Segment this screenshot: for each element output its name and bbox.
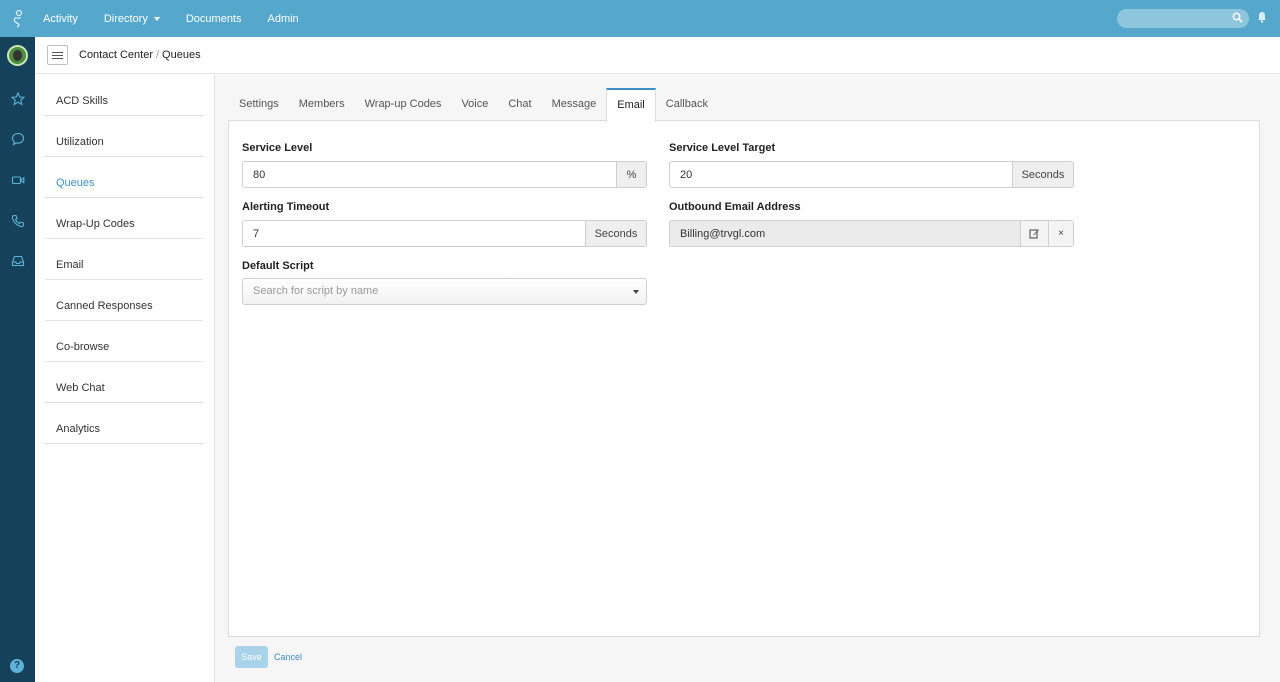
tab-wrap-up-codes[interactable]: Wrap-up Codes	[355, 88, 452, 121]
star-icon[interactable]	[9, 90, 26, 107]
seconds-addon: Seconds	[1012, 162, 1073, 187]
edit-icon	[1029, 229, 1039, 239]
page-header: Contact Center / Queues	[35, 37, 1280, 74]
seconds-addon: Seconds	[585, 221, 646, 246]
alerting-timeout-label: Alerting Timeout	[242, 201, 330, 213]
cancel-link[interactable]: Cancel	[274, 652, 302, 662]
default-script-select[interactable]: Search for script by name	[242, 278, 647, 305]
top-nav: Activity Directory Documents Admin	[34, 0, 316, 37]
sidebar-item-label: Wrap-Up Codes	[56, 218, 135, 230]
chevron-down-icon	[633, 290, 639, 294]
left-rail: ?	[0, 37, 35, 682]
save-button[interactable]: Save	[235, 646, 268, 668]
chevron-down-icon	[153, 16, 160, 21]
avatar[interactable]	[7, 45, 28, 66]
phone-icon[interactable]	[9, 212, 26, 229]
search-icon[interactable]	[1232, 12, 1243, 26]
nav-activity-label: Activity	[43, 12, 78, 25]
nav-admin-label: Admin	[267, 12, 299, 25]
default-script-label: Default Script	[242, 260, 314, 272]
nav-documents-label: Documents	[185, 12, 242, 25]
nav-directory-label: Directory	[103, 12, 148, 25]
sidebar-item-label: Utilization	[56, 136, 104, 148]
sidebar-item-label: Analytics	[56, 423, 101, 435]
sidebar-item-analytics[interactable]: Analytics	[45, 403, 203, 444]
global-search	[1117, 9, 1249, 28]
tab-email[interactable]: Email	[606, 88, 656, 122]
sidebar-item-queues[interactable]: Queues	[45, 157, 203, 198]
default-script-placeholder: Search for script by name	[253, 285, 379, 297]
alerting-timeout-input[interactable]	[243, 221, 585, 246]
search-input[interactable]	[1117, 9, 1249, 28]
sidebar-item-label: ACD Skills	[56, 95, 108, 107]
service-level-group: %	[242, 161, 647, 188]
service-level-target-group: Seconds	[669, 161, 1074, 188]
sidebar-item-label: Canned Responses	[56, 300, 153, 312]
breadcrumb-separator: /	[155, 49, 160, 61]
main-content: Settings Members Wrap-up Codes Voice Cha…	[215, 75, 1280, 682]
sidebar-item-label: Web Chat	[56, 382, 105, 394]
queue-tabs: Settings Members Wrap-up Codes Voice Cha…	[229, 88, 718, 122]
sidebar-item-canned-responses[interactable]: Canned Responses	[45, 280, 203, 321]
sidebar-item-label: Co-browse	[56, 341, 110, 353]
sidebar-item-email[interactable]: Email	[45, 239, 203, 280]
top-bar: Activity Directory Documents Admin	[0, 0, 1280, 37]
sidebar-item-label: Queues	[56, 177, 95, 189]
help-icon[interactable]: ?	[10, 659, 24, 673]
percent-addon: %	[616, 162, 646, 187]
nav-directory[interactable]: Directory	[95, 13, 169, 25]
outbound-email-group: ×	[669, 220, 1074, 247]
inbox-icon[interactable]	[9, 252, 26, 269]
tab-settings[interactable]: Settings	[229, 88, 289, 121]
contact-center-sidebar: ACD Skills Utilization Queues Wrap-Up Co…	[35, 75, 215, 682]
tab-callback[interactable]: Callback	[656, 88, 718, 121]
nav-admin[interactable]: Admin	[259, 13, 308, 25]
sidebar-item-acd-skills[interactable]: ACD Skills	[45, 75, 203, 116]
nav-documents[interactable]: Documents	[177, 13, 251, 25]
tab-chat[interactable]: Chat	[498, 88, 541, 121]
sidebar-item-wrap-up-codes[interactable]: Wrap-Up Codes	[45, 198, 203, 239]
outbound-email-label: Outbound Email Address	[669, 201, 801, 213]
app-logo-icon[interactable]	[0, 0, 35, 37]
breadcrumb-parent[interactable]: Contact Center	[79, 49, 153, 61]
video-icon[interactable]	[9, 171, 26, 188]
chat-bubble-icon[interactable]	[9, 130, 26, 147]
outbound-email-input	[670, 221, 1020, 246]
edit-email-button[interactable]	[1020, 221, 1048, 246]
menu-toggle-button[interactable]	[47, 45, 68, 65]
service-level-target-label: Service Level Target	[669, 142, 776, 154]
sidebar-item-label: Email	[56, 259, 84, 271]
alerting-timeout-group: Seconds	[242, 220, 647, 247]
nav-activity[interactable]: Activity	[34, 13, 87, 25]
clear-email-button[interactable]: ×	[1048, 221, 1073, 246]
sidebar-item-co-browse[interactable]: Co-browse	[45, 321, 203, 362]
email-settings-panel: Service Level % Service Level Target Sec…	[228, 120, 1260, 637]
breadcrumb: Contact Center / Queues	[79, 49, 201, 61]
breadcrumb-current: Queues	[162, 49, 201, 61]
sidebar-item-web-chat[interactable]: Web Chat	[45, 362, 203, 403]
tab-message[interactable]: Message	[542, 88, 607, 121]
service-level-input[interactable]	[243, 162, 616, 187]
close-icon: ×	[1058, 228, 1064, 239]
tab-voice[interactable]: Voice	[451, 88, 498, 121]
bell-icon[interactable]	[1257, 11, 1267, 26]
service-level-label: Service Level	[242, 142, 313, 154]
tab-members[interactable]: Members	[289, 88, 355, 121]
sidebar-item-utilization[interactable]: Utilization	[45, 116, 203, 157]
service-level-target-input[interactable]	[670, 162, 1012, 187]
